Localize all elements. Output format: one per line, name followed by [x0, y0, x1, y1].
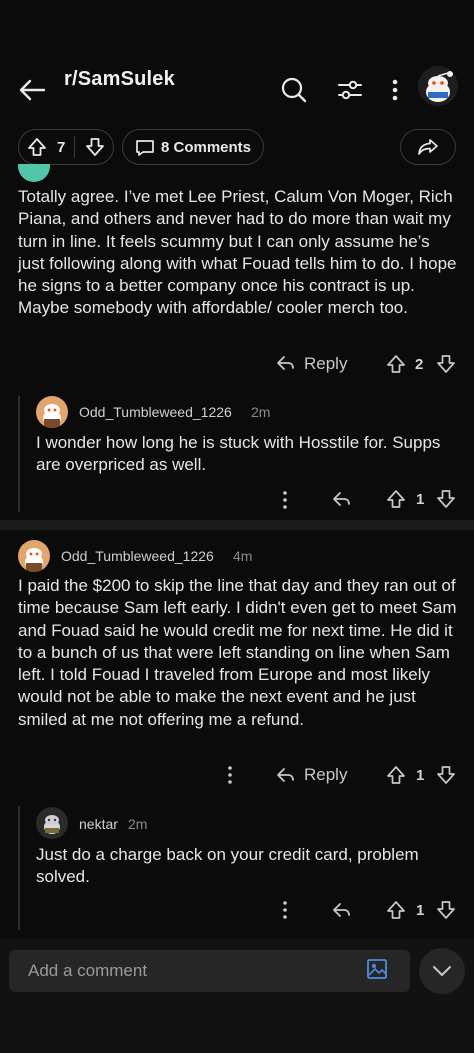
upvote-icon[interactable] [386, 354, 406, 374]
avatar[interactable] [36, 396, 68, 428]
subreddit-title[interactable]: r/SamSulek [64, 68, 175, 91]
vote-count: 1 [416, 767, 425, 784]
upvote-icon[interactable] [386, 765, 406, 785]
comment-time: 2m [128, 816, 148, 832]
vote-count: 1 [416, 491, 425, 508]
reply-icon[interactable] [276, 354, 296, 372]
downvote-icon[interactable] [436, 489, 456, 509]
comment-body: I wonder how long he is stuck with Hosst… [36, 433, 441, 475]
downvote-icon[interactable] [436, 900, 456, 920]
upvote-icon[interactable] [27, 137, 47, 157]
more-options-icon[interactable] [280, 490, 290, 510]
more-options-icon[interactable] [384, 76, 406, 104]
comment-author[interactable]: Odd_Tumbleweed_1226 [61, 548, 214, 564]
comments-count-label: 8 Comments [161, 139, 252, 156]
comment-body: Just do a charge back on your credit car… [36, 845, 419, 887]
comment-time: 2m [251, 404, 271, 420]
reply-icon[interactable] [332, 901, 352, 919]
comment-time: 4m [233, 548, 253, 564]
share-button[interactable] [400, 129, 456, 165]
comment-bubble-icon [135, 139, 155, 157]
share-arrow-icon [417, 137, 439, 157]
post-vote-pill: 7 [18, 129, 114, 165]
reply-icon[interactable] [332, 490, 352, 508]
reply-icon[interactable] [276, 766, 296, 784]
avatar[interactable] [18, 540, 50, 572]
downvote-icon[interactable] [436, 354, 456, 374]
comment-author[interactable]: Odd_Tumbleweed_1226 [79, 404, 232, 420]
back-arrow-icon[interactable] [16, 76, 48, 104]
upvote-icon[interactable] [386, 900, 406, 920]
comment-body: Totally agree. I’ve met Lee Priest, Calu… [18, 187, 457, 318]
post-vote-count: 7 [57, 139, 66, 156]
image-upload-icon[interactable] [366, 958, 388, 980]
comment-author[interactable]: nektar [79, 816, 118, 832]
thread-line [18, 396, 20, 512]
comment-body: I paid the $200 to skip the line that da… [18, 576, 457, 729]
thread-line [18, 806, 20, 930]
more-options-icon[interactable] [225, 765, 235, 785]
upvote-icon[interactable] [386, 489, 406, 509]
comment-avatar-partial [18, 164, 50, 182]
expand-composer-button[interactable] [419, 948, 465, 994]
avatar[interactable] [36, 807, 68, 839]
vote-count: 1 [416, 902, 425, 919]
user-avatar[interactable] [418, 66, 458, 106]
search-icon[interactable] [280, 76, 308, 104]
thread-separator [0, 520, 474, 530]
more-options-icon[interactable] [280, 900, 290, 920]
chevron-down-icon [432, 964, 452, 978]
downvote-icon[interactable] [85, 137, 105, 157]
reply-button[interactable]: Reply [304, 765, 347, 785]
add-comment-placeholder: Add a comment [28, 961, 148, 980]
reply-button[interactable]: Reply [304, 354, 347, 374]
downvote-icon[interactable] [436, 765, 456, 785]
top-app-bar: r/SamSulek [0, 0, 474, 130]
comments-button[interactable]: 8 Comments [122, 129, 264, 165]
vote-divider [74, 136, 75, 158]
vote-count: 2 [415, 356, 424, 373]
sort-filter-icon[interactable] [336, 76, 364, 104]
